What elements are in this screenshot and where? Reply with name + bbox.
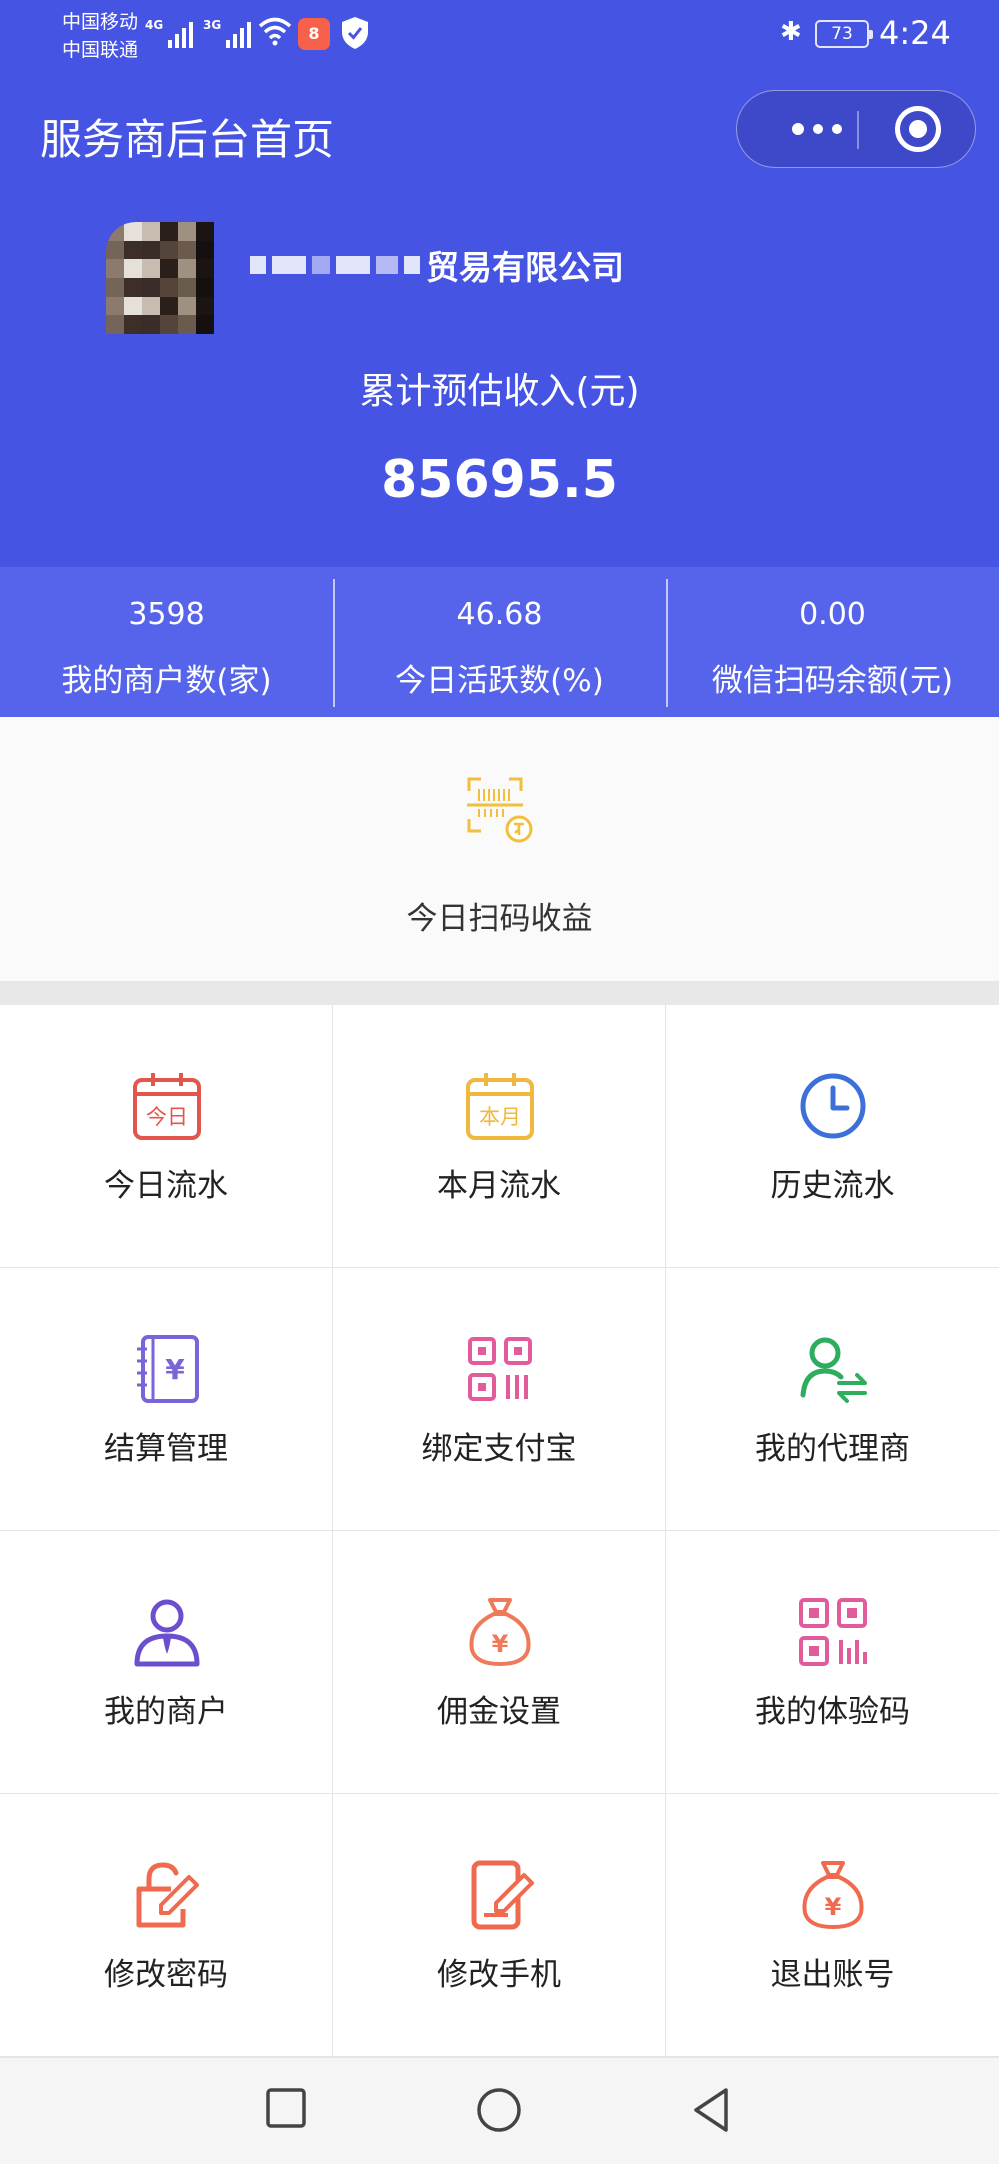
menu-label: 修改手机 (437, 1957, 561, 1993)
qr-code-icon (468, 1337, 532, 1401)
company-name: 贸易有限公司 (250, 240, 624, 290)
money-bag-icon: ¥ (469, 1598, 531, 1666)
stat-value: 0.00 (799, 597, 866, 632)
menu-grid: 今日 今日流水 本月 本月流水 历史流水 ¥ 结算管理 绑定支付宝 我的代理商 … (0, 1005, 999, 2057)
lock-edit-icon (136, 1862, 199, 1928)
signal-icon: 3G (203, 18, 252, 48)
menu-label: 今日流水 (104, 1168, 228, 1204)
target-icon[interactable] (895, 106, 941, 152)
income-value: 85695.5 (381, 450, 618, 510)
menu-label: 绑定支付宝 (421, 1431, 577, 1467)
menu-item-my-merchants[interactable]: 我的商户 (0, 1531, 333, 1794)
menu-item-month-flow[interactable]: 本月 本月流水 (333, 1005, 666, 1268)
menu-label: 结算管理 (104, 1431, 228, 1467)
menu-item-bind-alipay[interactable]: 绑定支付宝 (333, 1268, 666, 1531)
wifi-icon (258, 17, 292, 46)
battery-icon: 73 (815, 20, 873, 48)
qr-code-icon (799, 1598, 867, 1666)
stat-value: 46.68 (456, 597, 543, 632)
company-name-text: 贸易有限公司 (426, 248, 624, 287)
recent-apps-icon[interactable] (264, 2086, 308, 2130)
carrier-2: 中国联通 (62, 39, 139, 61)
scan-income-card[interactable]: 今日扫码收益 (0, 717, 999, 981)
svg-text:¥: ¥ (825, 1893, 842, 1921)
system-navigation-bar (0, 2057, 999, 2164)
stat-label: 我的商户数(家) (61, 663, 272, 699)
avatar[interactable] (106, 222, 214, 334)
menu-item-change-password[interactable]: 修改密码 (0, 1794, 333, 2057)
network-type-1: 4G (145, 18, 164, 32)
menu-item-trial-code[interactable]: 我的体验码 (666, 1531, 999, 1794)
stat-active-rate[interactable]: 46.68 今日活跃数(%) (333, 567, 666, 717)
calendar-today-icon: 今日 (133, 1073, 201, 1140)
svg-text:¥: ¥ (492, 1630, 509, 1658)
stat-label: 微信扫码余额(元) (711, 663, 954, 699)
menu-item-settlement[interactable]: ¥ 结算管理 (0, 1268, 333, 1531)
menu-label: 我的商户 (104, 1694, 228, 1730)
carrier-1: 中国移动 (62, 11, 139, 33)
header-panel: 中国移动 中国联通 4G 3G 8 ✱ 73 4:24 服务商后台首页 贸易有限… (0, 0, 999, 567)
network-type-2: 3G (203, 18, 222, 32)
svg-text:¥: ¥ (165, 1353, 185, 1386)
stat-value: 3598 (128, 597, 205, 632)
phone-edit-icon (471, 1860, 534, 1930)
svg-text:本月: 本月 (479, 1105, 521, 1129)
back-icon[interactable] (690, 2086, 734, 2134)
mini-program-capsule (736, 90, 976, 168)
clock-icon (800, 1073, 866, 1139)
menu-label: 本月流水 (437, 1168, 561, 1204)
svg-text:今日: 今日 (146, 1105, 188, 1129)
menu-label: 我的体验码 (755, 1694, 910, 1730)
money-bag-icon: ¥ (802, 1861, 864, 1929)
capsule-divider (857, 111, 859, 149)
menu-label: 我的代理商 (755, 1431, 910, 1467)
merchant-user-icon (134, 1599, 200, 1667)
menu-item-change-phone[interactable]: 修改手机 (333, 1794, 666, 2057)
scan-income-label: 今日扫码收益 (406, 901, 593, 937)
signal-icon: 4G (145, 18, 194, 48)
stats-bar: 3598 我的商户数(家) 46.68 今日活跃数(%) 0.00 微信扫码余额… (0, 567, 999, 717)
menu-item-today-flow[interactable]: 今日 今日流水 (0, 1005, 333, 1268)
menu-label: 退出账号 (770, 1957, 895, 1993)
more-dots-icon[interactable] (767, 91, 867, 166)
menu-label: 修改密码 (104, 1957, 228, 1993)
menu-item-my-agents[interactable]: 我的代理商 (666, 1268, 999, 1531)
bluetooth-icon: ✱ (780, 17, 802, 47)
home-icon[interactable] (475, 2086, 523, 2134)
menu-label: 历史流水 (770, 1168, 895, 1204)
income-label: 累计预估收入(元) (359, 371, 640, 412)
page-title: 服务商后台首页 (40, 115, 335, 164)
redacted-mosaic (250, 256, 420, 274)
calendar-month-icon: 本月 (466, 1073, 534, 1140)
section-divider (0, 981, 999, 1005)
menu-item-history-flow[interactable]: 历史流水 (666, 1005, 999, 1268)
status-bar: 中国移动 中国联通 4G 3G 8 ✱ 73 4:24 (0, 0, 999, 70)
stat-merchant-count[interactable]: 3598 我的商户数(家) (0, 567, 333, 717)
menu-label: 佣金设置 (437, 1694, 561, 1730)
stat-wechat-balance[interactable]: 0.00 微信扫码余额(元) (666, 567, 999, 717)
ledger-icon: ¥ (137, 1335, 199, 1403)
app-notification-icon: 8 (298, 18, 330, 50)
menu-item-commission[interactable]: ¥ 佣金设置 (333, 1531, 666, 1794)
scan-receipt-icon (467, 777, 533, 843)
user-transfer-icon (800, 1337, 867, 1403)
menu-item-logout[interactable]: ¥ 退出账号 (666, 1794, 999, 2057)
clock-time: 4:24 (879, 14, 951, 52)
stat-label: 今日活跃数(%) (395, 663, 604, 699)
carrier-info: 中国移动 中国联通 (62, 8, 138, 64)
shield-icon (342, 17, 368, 49)
